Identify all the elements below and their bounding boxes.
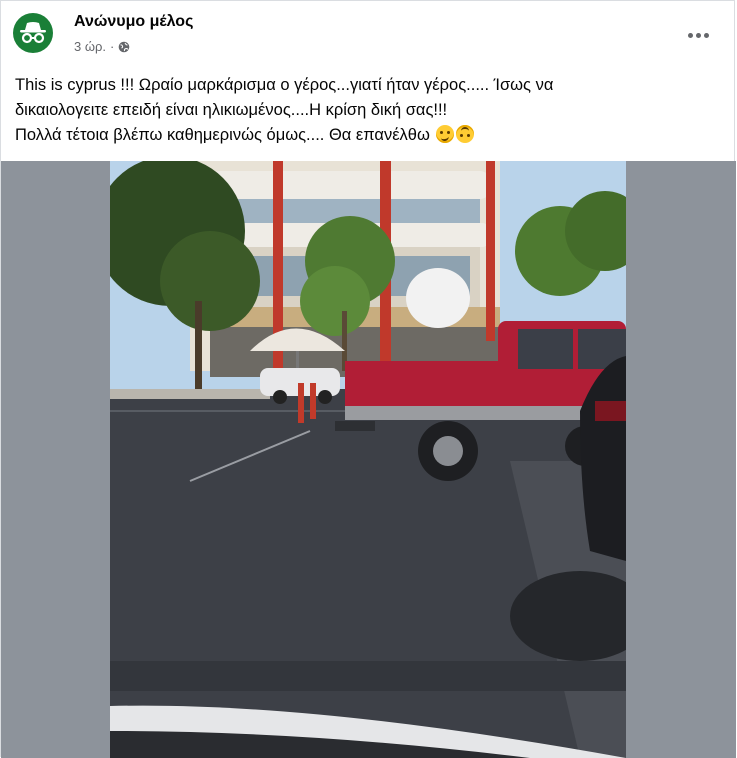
dot-icon — [695, 32, 701, 38]
dot-icon — [703, 32, 709, 38]
post-text: This is cyprus !!! Ωραίο μαρκάρισμα ο γέ… — [15, 73, 725, 148]
dot-icon — [687, 32, 693, 38]
upside-down-face-emoji-icon — [456, 125, 475, 143]
more-options-button[interactable] — [684, 21, 712, 49]
post-text-line: δικαιολογειτε επειδή είναι ηλικιωμένος..… — [15, 101, 448, 119]
parked-pickup-truck-photo — [110, 161, 626, 758]
post-text-line: Πολλά τέτοια βλέπω καθημερινώς όμως.... … — [15, 126, 430, 144]
street-photo[interactable] — [110, 161, 626, 758]
post-header: Ανώνυμο μέλος 3 ώρ. · — [1, 1, 734, 67]
post-text-line-with-emojis: Πολλά τέτοια βλέπω καθημερινώς όμως.... … — [15, 123, 725, 148]
anonymous-member-avatar[interactable] — [13, 13, 53, 53]
post-timestamp[interactable]: 3 ώρ. — [74, 39, 106, 54]
incognito-icon — [20, 22, 46, 44]
post-text-line: This is cyprus !!! Ωραίο μαρκάρισμα ο γέ… — [15, 76, 554, 94]
post-media[interactable] — [1, 161, 736, 758]
meta-separator: · — [110, 39, 115, 54]
post-meta: 3 ώρ. · — [74, 39, 130, 54]
post-card: Ανώνυμο μέλος 3 ώρ. · This is cyprus !!!… — [0, 0, 736, 758]
smirk-emoji-icon — [436, 125, 455, 143]
public-globe-icon[interactable] — [118, 41, 130, 53]
author-name[interactable]: Ανώνυμο μέλος — [74, 13, 193, 31]
